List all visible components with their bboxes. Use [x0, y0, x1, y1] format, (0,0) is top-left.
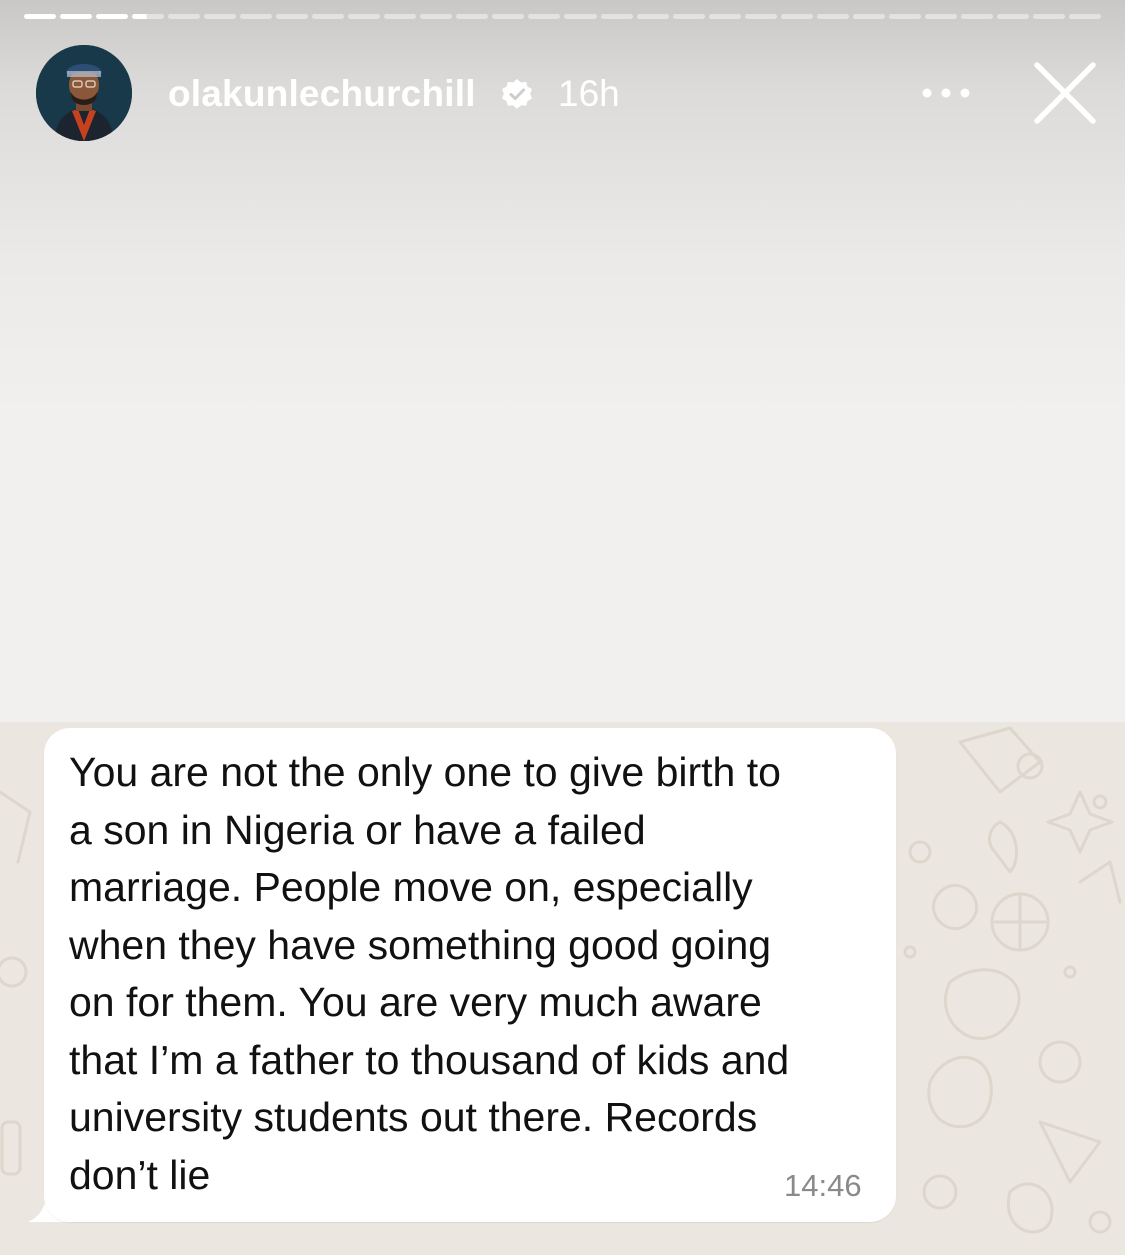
story-progress-segment: [492, 14, 525, 19]
story-progress-segment: [600, 14, 633, 19]
story-progress-segment: [240, 14, 273, 19]
story-progress-segment: [1068, 14, 1101, 19]
story-progress-segment: [384, 14, 417, 19]
story-progress-segment: [996, 14, 1029, 19]
story-progress-segment: [888, 14, 921, 19]
story-progress-segment: [708, 14, 741, 19]
message-line: when they have something good going: [69, 921, 772, 968]
more-options-icon[interactable]: [918, 76, 974, 110]
story-progress-segment: [744, 14, 777, 19]
message-line: You are not the only one to give birth t…: [69, 749, 781, 795]
story-progress-segment: [276, 14, 309, 19]
story-progress-segment: [24, 14, 57, 19]
message-line: on for them. You are very much aware: [69, 979, 762, 1025]
story-progress-segment: [528, 14, 561, 19]
story-progress-segment: [816, 14, 849, 19]
message-line: that I’m a father to thousand of kids an…: [69, 1036, 790, 1083]
story-progress-segment: [1032, 14, 1065, 19]
close-icon[interactable]: [1030, 58, 1100, 128]
story-progress-segment: [132, 14, 165, 19]
story-progress-bars: [24, 14, 1101, 20]
story-progress-segment: [60, 14, 93, 19]
avatar[interactable]: [36, 45, 132, 141]
message-line: university students out there. Records: [69, 1094, 758, 1140]
story-progress-segment: [960, 14, 993, 19]
story-progress-segment: [168, 14, 201, 19]
message-line: marriage. People move on, especially: [69, 864, 753, 910]
story-time-ago: 16h: [558, 73, 620, 114]
message-text: You are not the only one to give birth t…: [69, 744, 879, 1204]
story-progress-segment: [852, 14, 885, 19]
story-progress-segment: [456, 14, 489, 19]
avatar-image: [36, 45, 132, 141]
story-progress-segment: [780, 14, 813, 19]
story-progress-segment: [348, 14, 381, 19]
verified-badge-icon: [502, 79, 532, 109]
story-progress-segment: [636, 14, 669, 19]
story-header: olakunlechurchill 16h: [0, 42, 1125, 146]
story-progress-segment: [924, 14, 957, 19]
message-line: don’t lie: [69, 1151, 211, 1198]
username[interactable]: olakunlechurchill: [168, 72, 476, 116]
message-timestamp: 14:46: [784, 1168, 862, 1203]
message-line: a son in Nigeria or have a failed: [69, 806, 646, 853]
story-progress-segment: [672, 14, 705, 19]
story-progress-segment: [312, 14, 345, 19]
story-progress-segment: [204, 14, 237, 19]
story-progress-segment: [96, 14, 129, 19]
story-progress-segment: [420, 14, 453, 19]
story-progress-segment: [564, 14, 597, 19]
